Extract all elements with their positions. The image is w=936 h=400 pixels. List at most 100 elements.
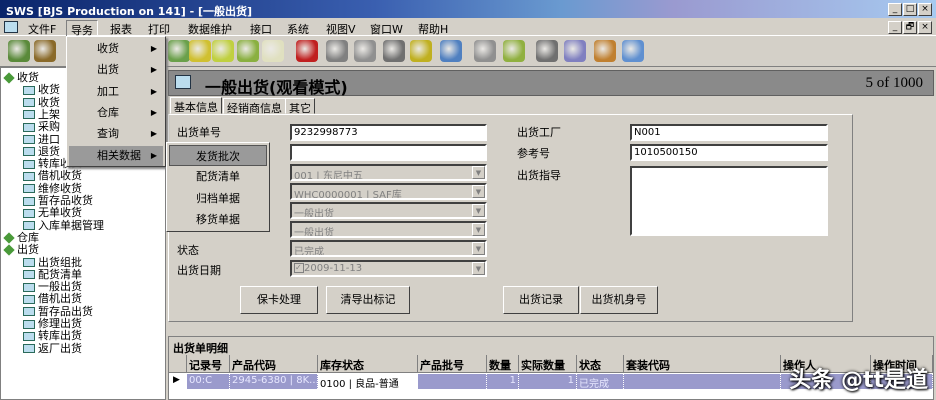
note-icon[interactable] xyxy=(262,40,284,62)
door-icon[interactable] xyxy=(594,40,616,62)
coins-icon[interactable] xyxy=(410,40,432,62)
menu-4[interactable]: 数据维护 xyxy=(184,20,236,38)
new-icon[interactable] xyxy=(168,40,190,62)
chevron-down-icon[interactable]: ▼ xyxy=(472,262,485,275)
field-icon[interactable] xyxy=(383,40,405,62)
shipment-record-button[interactable]: 出货记录 xyxy=(503,286,579,314)
column-header[interactable]: 记录号 xyxy=(187,355,230,373)
menu-item[interactable]: 相关数据 ▶ xyxy=(69,145,163,166)
menu-item[interactable]: 收货 ▶ xyxy=(69,39,163,59)
tree-item[interactable]: 无单收货 xyxy=(23,207,82,219)
print-icon[interactable] xyxy=(474,40,496,62)
type2-select[interactable]: 一般出货 ▼ xyxy=(290,221,487,238)
copy-icon[interactable] xyxy=(189,40,211,62)
menu-item[interactable]: 查询 ▶ xyxy=(69,124,163,144)
menu-7[interactable]: 视图V xyxy=(322,20,360,38)
grid-cell[interactable]: 1 xyxy=(519,374,577,389)
customer-select[interactable]: 001 | 东尼中五 ▼ xyxy=(290,164,487,181)
guide-textarea[interactable] xyxy=(630,166,828,236)
disabled-icon[interactable] xyxy=(326,40,348,62)
tree-icon[interactable] xyxy=(8,40,30,62)
save-icon[interactable] xyxy=(237,40,259,62)
child-close-button[interactable]: × xyxy=(918,21,932,34)
chevron-down-icon[interactable]: ▼ xyxy=(472,242,485,255)
tree-item[interactable]: 借机收货 xyxy=(23,170,82,182)
tree-item[interactable]: 采购 xyxy=(23,121,60,133)
grid-cell[interactable]: 00:C xyxy=(187,374,230,389)
chevron-down-icon[interactable]: ▼ xyxy=(472,204,485,217)
child-restore-button[interactable]: 🗗 xyxy=(903,21,917,34)
tree-item[interactable]: 退货 xyxy=(23,145,60,158)
menu-8[interactable]: 窗口W xyxy=(366,20,407,38)
menu-item[interactable]: 仓库 ▶ xyxy=(69,103,163,123)
grid-cell[interactable]: 2945-6380 | 8K... xyxy=(230,374,318,389)
chevron-down-icon[interactable]: ▼ xyxy=(472,223,485,236)
status-select[interactable]: 已完成 ▼ xyxy=(290,240,487,257)
submenu-item[interactable]: 配货清单 xyxy=(169,166,267,187)
column-header[interactable]: 数量 xyxy=(487,355,519,373)
tab-other[interactable]: 其它 xyxy=(285,98,315,115)
minimize-button[interactable]: _ xyxy=(888,3,902,16)
type1-select[interactable]: 一般出货 ▼ xyxy=(290,202,487,219)
undo-icon[interactable] xyxy=(354,40,376,62)
menu-6[interactable]: 系统 xyxy=(283,20,313,38)
grid-cell[interactable]: 0100 | 良品-普通 xyxy=(318,374,418,389)
tree-item[interactable]: 进口 xyxy=(23,133,60,146)
tree-item[interactable]: 返厂出货 xyxy=(23,342,82,355)
grid-cell[interactable] xyxy=(624,374,781,389)
tree-item[interactable]: 收货 xyxy=(3,72,39,84)
cancel-icon[interactable] xyxy=(622,40,644,62)
grid-cell[interactable]: 1 xyxy=(487,374,519,389)
tree-item[interactable]: 入库单据管理 xyxy=(23,219,104,232)
maximize-button[interactable]: □ xyxy=(903,3,917,16)
close-button[interactable]: × xyxy=(918,3,932,16)
edit-icon[interactable] xyxy=(212,40,234,62)
tab-dealer-info[interactable]: 经销商信息 xyxy=(223,98,286,115)
clear-export-mark-button[interactable]: 清导出标记 xyxy=(326,286,410,314)
submenu-item[interactable]: 归档单据 xyxy=(169,188,267,209)
date-picker[interactable]: ✓ 2009-11-13 ▼ xyxy=(290,260,487,277)
menu-item[interactable]: 出货 ▶ xyxy=(69,60,163,80)
column-header[interactable]: 库存状态 xyxy=(318,355,418,373)
delete-icon[interactable] xyxy=(296,40,318,62)
grid-cell[interactable]: 已完成 xyxy=(577,374,624,389)
refresh-icon[interactable] xyxy=(440,40,462,62)
tree-item[interactable]: 收货 xyxy=(23,84,60,96)
disabled2-icon[interactable] xyxy=(536,40,558,62)
date-checkbox[interactable]: ✓ xyxy=(294,263,304,273)
column-header[interactable]: 产品代码 xyxy=(230,355,318,373)
column-header[interactable]: 状态 xyxy=(577,355,624,373)
tree-item[interactable]: 转库出货 xyxy=(23,330,82,342)
tree-item[interactable]: 配货清单 xyxy=(23,268,82,281)
warranty-button[interactable]: 保卡处理 xyxy=(240,286,318,314)
tree-item[interactable]: 收货 xyxy=(23,96,60,109)
grid-cell[interactable] xyxy=(418,374,487,389)
column-header[interactable]: 套装代码 xyxy=(624,355,781,373)
tree-item[interactable]: 借机出货 xyxy=(23,293,82,305)
settings-icon[interactable] xyxy=(564,40,586,62)
submenu-item[interactable]: 发货批次 xyxy=(169,145,267,166)
submenu-item[interactable]: 移货单据 xyxy=(169,209,267,230)
menu-0[interactable]: 文件F xyxy=(24,20,60,38)
menu-item[interactable]: 加工 ▶ xyxy=(69,82,163,102)
order-no-field[interactable]: 9232998773 xyxy=(290,124,487,141)
serial-number-button[interactable]: 出货机身号 xyxy=(580,286,658,314)
chevron-down-icon[interactable]: ▼ xyxy=(472,185,485,198)
tree-item[interactable]: 维修收货 xyxy=(23,182,82,195)
tree-item[interactable]: 暂存品出货 xyxy=(23,305,93,318)
chevron-down-icon[interactable]: ▼ xyxy=(472,166,485,179)
folder-icon[interactable] xyxy=(503,40,525,62)
field-2[interactable] xyxy=(290,144,487,161)
menu-9[interactable]: 帮助H xyxy=(414,20,452,38)
tab-basic-info[interactable]: 基本信息 xyxy=(170,97,222,114)
tree-item[interactable]: 出货组批 xyxy=(23,256,82,269)
column-header[interactable]: 产品批号 xyxy=(418,355,487,373)
child-minimize-button[interactable]: _ xyxy=(888,21,902,34)
menu-5[interactable]: 接口 xyxy=(246,20,276,38)
factory-field[interactable]: N001 xyxy=(630,124,828,141)
ref-field[interactable]: 1010500150 xyxy=(630,144,828,161)
tree-item[interactable]: 出货 xyxy=(3,244,39,256)
column-header[interactable]: 实际数量 xyxy=(519,355,577,373)
exit-icon[interactable] xyxy=(34,40,56,62)
warehouse-select[interactable]: WHC0000001 | SAF库 ▼ xyxy=(290,183,487,200)
